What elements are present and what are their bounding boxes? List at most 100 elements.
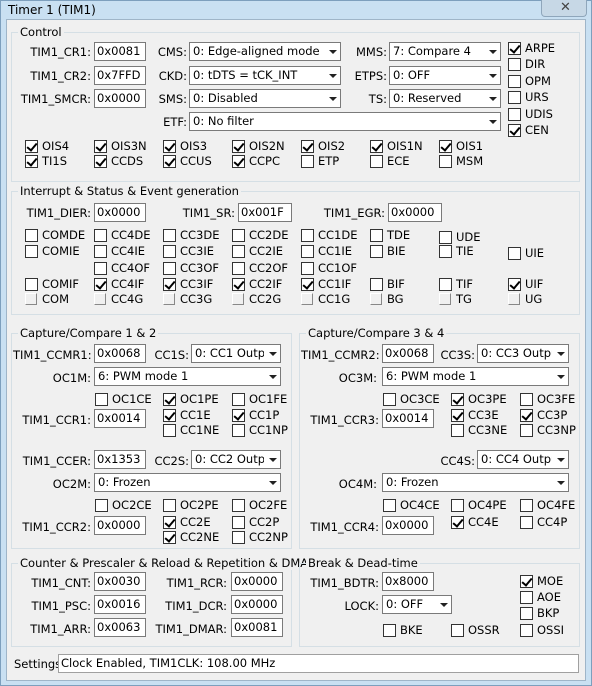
tie-checkbox[interactable]: [439, 245, 452, 258]
comie-checkbox[interactable]: [25, 245, 38, 258]
ccds-checkbox[interactable]: [94, 155, 107, 168]
ois4-checkbox[interactable]: [25, 140, 38, 153]
cen-checkbox[interactable]: [508, 124, 521, 137]
oc2ce-checkbox[interactable]: [95, 499, 108, 512]
cc1de-checkbox[interactable]: [301, 229, 314, 242]
comif-checkbox[interactable]: [25, 278, 38, 291]
ois1-checkbox[interactable]: [439, 140, 452, 153]
oc3fe-checkbox[interactable]: [520, 393, 533, 406]
ois3-checkbox[interactable]: [163, 140, 176, 153]
dier-field[interactable]: 0x0000: [94, 203, 146, 222]
ude-checkbox[interactable]: [439, 231, 452, 244]
com-button[interactable]: [25, 293, 37, 305]
cc4g-button[interactable]: [94, 293, 106, 305]
cc3ne-checkbox[interactable]: [451, 424, 464, 437]
cc3e-checkbox[interactable]: [451, 409, 464, 422]
ccmr1-field[interactable]: 0x0068: [94, 344, 146, 363]
bdtr-field[interactable]: 0x8000: [382, 572, 434, 591]
msm-checkbox[interactable]: [439, 155, 452, 168]
cc2if-checkbox[interactable]: [232, 278, 245, 291]
cc4ie-checkbox[interactable]: [94, 245, 107, 258]
oc1fe-checkbox[interactable]: [232, 393, 245, 406]
cc4of-checkbox[interactable]: [94, 262, 107, 275]
cc1np-checkbox[interactable]: [232, 424, 245, 437]
cr1-field[interactable]: 0x0081: [94, 42, 146, 61]
etp-checkbox[interactable]: [301, 155, 314, 168]
tde-checkbox[interactable]: [370, 229, 383, 242]
cc2of-checkbox[interactable]: [232, 262, 245, 275]
bg-button[interactable]: [370, 293, 382, 305]
ois3n-checkbox[interactable]: [94, 140, 107, 153]
ccmr2-field[interactable]: 0x0068: [382, 344, 434, 363]
etf-select[interactable]: 0: No filter: [189, 112, 501, 131]
oc4ce-checkbox[interactable]: [383, 499, 396, 512]
bie-checkbox[interactable]: [370, 245, 383, 258]
cc3s-select[interactable]: 0: CC3 Output: [477, 344, 569, 363]
cc2ne-checkbox[interactable]: [163, 531, 176, 544]
cc1e-checkbox[interactable]: [163, 409, 176, 422]
cc1p-checkbox[interactable]: [232, 409, 245, 422]
cc3de-checkbox[interactable]: [163, 229, 176, 242]
arr-field[interactable]: 0x0063: [94, 618, 146, 637]
cc4e-checkbox[interactable]: [451, 516, 464, 529]
rcr-field[interactable]: 0x0000: [231, 572, 283, 591]
ois1n-checkbox[interactable]: [370, 140, 383, 153]
tg-button[interactable]: [439, 293, 451, 305]
cc2s-select[interactable]: 0: CC2 Output: [191, 450, 281, 469]
oc4m-select[interactable]: 0: Frozen: [382, 473, 569, 492]
cc1ie-checkbox[interactable]: [301, 245, 314, 258]
bke-checkbox[interactable]: [383, 624, 396, 637]
ossr-checkbox[interactable]: [451, 624, 464, 637]
comde-checkbox[interactable]: [25, 229, 38, 242]
dmar-field[interactable]: 0x0081: [231, 618, 283, 637]
bif-checkbox[interactable]: [370, 278, 383, 291]
opm-checkbox[interactable]: [508, 74, 521, 88]
moe-checkbox[interactable]: [520, 575, 533, 588]
cnt-field[interactable]: 0x0030: [94, 572, 146, 591]
cc2np-checkbox[interactable]: [232, 531, 245, 544]
ccr1-field[interactable]: 0x0014: [94, 409, 146, 428]
egr-field[interactable]: 0x0000: [388, 203, 442, 222]
arpe-checkbox[interactable]: [508, 42, 521, 55]
oc3ce-checkbox[interactable]: [383, 393, 396, 406]
bkp-checkbox[interactable]: [520, 607, 533, 620]
cc4if-checkbox[interactable]: [94, 278, 107, 291]
cc4s-select[interactable]: 0: CC4 Output: [477, 450, 569, 469]
sr-field[interactable]: 0x001F: [238, 203, 292, 222]
cc2g-button[interactable]: [232, 293, 244, 305]
ckd-select[interactable]: 0: tDTS = tCK_INT: [189, 66, 341, 85]
uie-checkbox[interactable]: [508, 247, 521, 260]
etps-select[interactable]: 0: OFF: [389, 66, 501, 85]
ccer-field[interactable]: 0x1353: [94, 450, 146, 469]
cc2e-checkbox[interactable]: [163, 516, 176, 529]
ccus-checkbox[interactable]: [163, 155, 176, 168]
ossi-checkbox[interactable]: [520, 624, 533, 637]
cc3g-button[interactable]: [163, 293, 175, 305]
dcr-field[interactable]: 0x0000: [231, 595, 283, 614]
smcr-field[interactable]: 0x0000: [94, 89, 146, 108]
oc1ce-checkbox[interactable]: [95, 393, 108, 406]
oc2pe-checkbox[interactable]: [163, 499, 176, 512]
aoe-checkbox[interactable]: [520, 591, 533, 604]
ts-select[interactable]: 0: Reserved: [389, 89, 501, 108]
cc3ie-checkbox[interactable]: [163, 245, 176, 258]
ccpc-checkbox[interactable]: [232, 155, 245, 168]
cc3of-checkbox[interactable]: [163, 262, 176, 275]
ois2-checkbox[interactable]: [301, 140, 314, 153]
oc2fe-checkbox[interactable]: [232, 499, 245, 512]
urs-checkbox[interactable]: [508, 91, 521, 105]
cc1g-button[interactable]: [301, 293, 313, 305]
cc3if-checkbox[interactable]: [163, 278, 176, 291]
sms-select[interactable]: 0: Disabled: [189, 89, 341, 108]
oc3pe-checkbox[interactable]: [451, 393, 464, 406]
cc2p-checkbox[interactable]: [232, 516, 245, 529]
ois2n-checkbox[interactable]: [232, 140, 245, 153]
oc4fe-checkbox[interactable]: [520, 499, 533, 512]
cc4p-checkbox[interactable]: [520, 516, 533, 529]
cms-select[interactable]: 0: Edge-aligned mode: [189, 42, 341, 61]
cc3np-checkbox[interactable]: [520, 424, 533, 437]
cc3p-checkbox[interactable]: [520, 409, 533, 422]
dir-checkbox[interactable]: [508, 58, 521, 72]
ug-button[interactable]: [508, 293, 520, 305]
oc3m-select[interactable]: 6: PWM mode 1: [382, 367, 569, 386]
